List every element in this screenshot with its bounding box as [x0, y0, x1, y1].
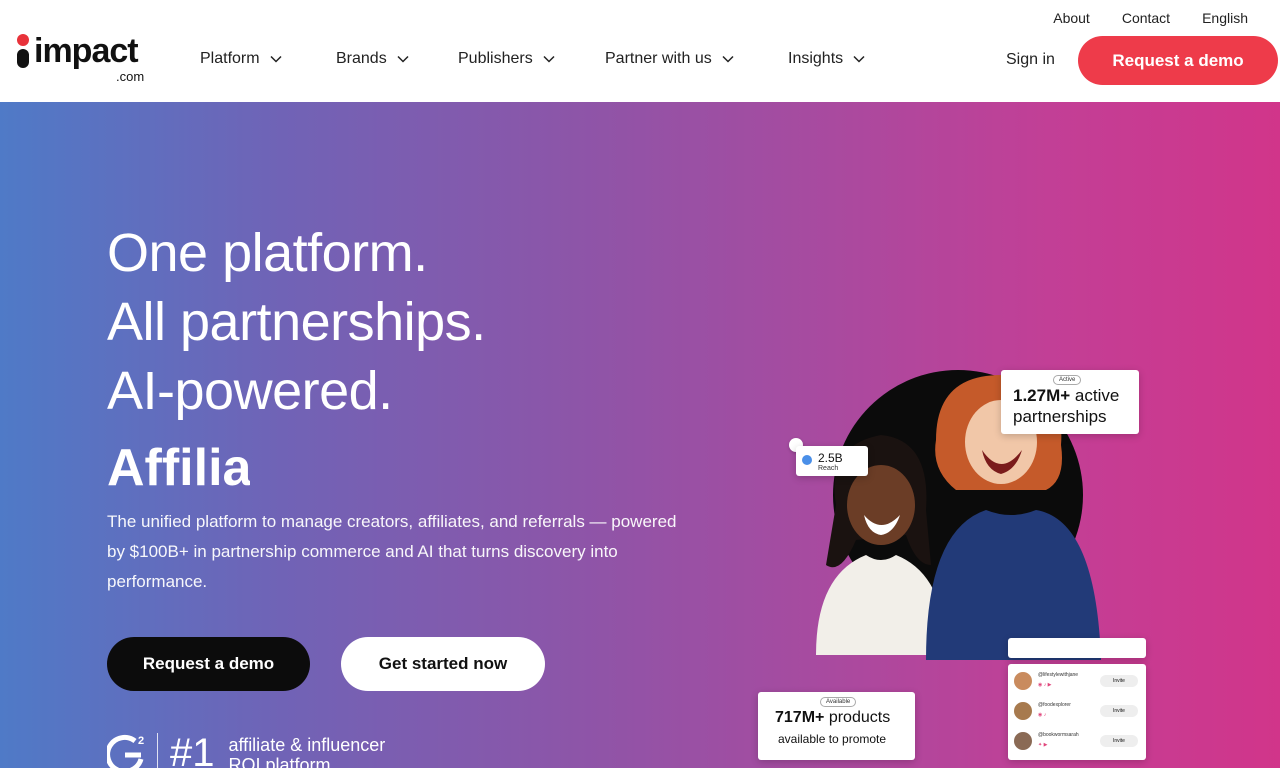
chevron-down-icon — [270, 53, 282, 65]
social-icons: ◉ ♪ — [1038, 712, 1047, 718]
avatar — [1014, 732, 1032, 750]
avatar — [1014, 702, 1032, 720]
award-rank: #1 — [170, 731, 215, 768]
avatar — [1014, 672, 1032, 690]
active-partnerships-card: Active 1.27M+ active partnerships — [1001, 370, 1139, 434]
social-icons: ◉ ♪ ▶ — [1038, 682, 1052, 688]
reach-label: Reach — [818, 465, 839, 472]
svg-text:2: 2 — [138, 735, 144, 747]
get-started-button[interactable]: Get started now — [341, 637, 545, 691]
logo-domain: .com — [116, 69, 145, 84]
nav-label: Platform — [200, 50, 260, 67]
active-value: 1.27M+ — [1013, 386, 1071, 405]
active-text: active — [1070, 386, 1120, 405]
invite-button: Invite — [1100, 735, 1138, 747]
nav-brands[interactable]: Brands — [336, 50, 458, 68]
headline-line-2: All partnerships. — [107, 292, 486, 352]
nav-partner-with-us[interactable]: Partner with us — [605, 50, 788, 68]
hero-illustration: Active 1.27M+ active partnerships 2.5B R… — [756, 370, 1148, 762]
products-card: Available 717M+ products available to pr… — [758, 692, 915, 760]
invite-button: Invite — [1100, 705, 1138, 717]
chevron-down-icon — [397, 53, 409, 65]
hero-section: One platform. All partnerships. AI-power… — [0, 102, 1280, 768]
status-pill: Available — [820, 697, 857, 707]
products-text: products — [824, 709, 891, 726]
nav-label: Brands — [336, 50, 387, 67]
creator-handle: @foodexplorer — [1038, 702, 1071, 708]
nav-platform[interactable]: Platform — [200, 50, 336, 68]
request-demo-button[interactable]: Request a demo — [1078, 36, 1278, 85]
chevron-down-icon — [722, 53, 734, 65]
divider — [157, 733, 158, 768]
nav-label: Partner with us — [605, 50, 712, 67]
logo-wordmark: impact — [34, 32, 139, 70]
social-icons: ✦ ▶ — [1038, 742, 1048, 748]
impact-logo[interactable]: impact .com — [16, 32, 144, 84]
hero-request-demo-button[interactable]: Request a demo — [107, 637, 310, 691]
status-pill: Active — [1053, 375, 1082, 385]
contact-link[interactable]: Contact — [1122, 10, 1170, 26]
nav-label: Insights — [788, 50, 844, 67]
g2-logo-icon: 2 — [105, 733, 149, 768]
about-link[interactable]: About — [1053, 10, 1090, 26]
products-value: 717M+ — [775, 709, 825, 726]
reach-value: 2.5B — [818, 451, 843, 465]
logo-mark-icon — [16, 34, 30, 74]
creator-handle: @lifestylewithjane — [1038, 672, 1079, 678]
nav-insights[interactable]: Insights — [788, 50, 888, 68]
sign-in-link[interactable]: Sign in — [1006, 51, 1055, 69]
list-item: @bookwormsarah ✦ ▶ Invite — [1014, 728, 1140, 754]
active-partnerships-text: 1.27M+ active partnerships — [1013, 385, 1119, 427]
language-selector[interactable]: English — [1202, 10, 1248, 26]
award-text-line-2: ROI platform — [228, 755, 331, 768]
award-text-line-1: affiliate & influencer — [228, 735, 386, 755]
hero-subcopy: The unified platform to manage creators,… — [107, 512, 677, 591]
list-item: @lifestylewithjane ◉ ♪ ▶ Invite — [1014, 668, 1140, 694]
rotating-word: Affiliate — [107, 439, 250, 497]
main-nav: Platform Brands Publishers Partner with … — [200, 50, 888, 68]
active-text-2: partnerships — [1013, 407, 1107, 426]
products-label: available to promote — [778, 732, 887, 746]
g2-award: 2 #1 affiliate & influencer ROI platform — [105, 731, 386, 768]
headline-line-1: One platform. — [107, 223, 428, 283]
headline-line-3: AI-powered. — [107, 361, 393, 421]
creator-handle: @bookwormsarah — [1038, 732, 1079, 738]
site-header: impact .com Platform Brands Publishers P… — [0, 0, 1280, 102]
list-item: @foodexplorer ◉ ♪ Invite — [1014, 698, 1140, 724]
products-value-line: 717M+ products — [775, 709, 890, 727]
reach-card: 2.5B Reach — [796, 446, 868, 476]
platform-tabs-card — [1008, 638, 1146, 658]
utility-nav: About Contact English — [1053, 10, 1248, 26]
creator-list-card: @lifestylewithjane ◉ ♪ ▶ Invite @foodexp… — [1008, 664, 1146, 760]
award-text: affiliate & influencer ROI platform — [229, 735, 386, 768]
chevron-down-icon — [543, 53, 555, 65]
hero-headline: One platform. All partnerships. AI-power… — [107, 219, 486, 426]
chevron-down-icon — [853, 53, 865, 65]
invite-button: Invite — [1100, 675, 1138, 687]
nav-label: Publishers — [458, 50, 533, 67]
verified-check-icon — [802, 455, 812, 465]
nav-publishers[interactable]: Publishers — [458, 50, 605, 68]
